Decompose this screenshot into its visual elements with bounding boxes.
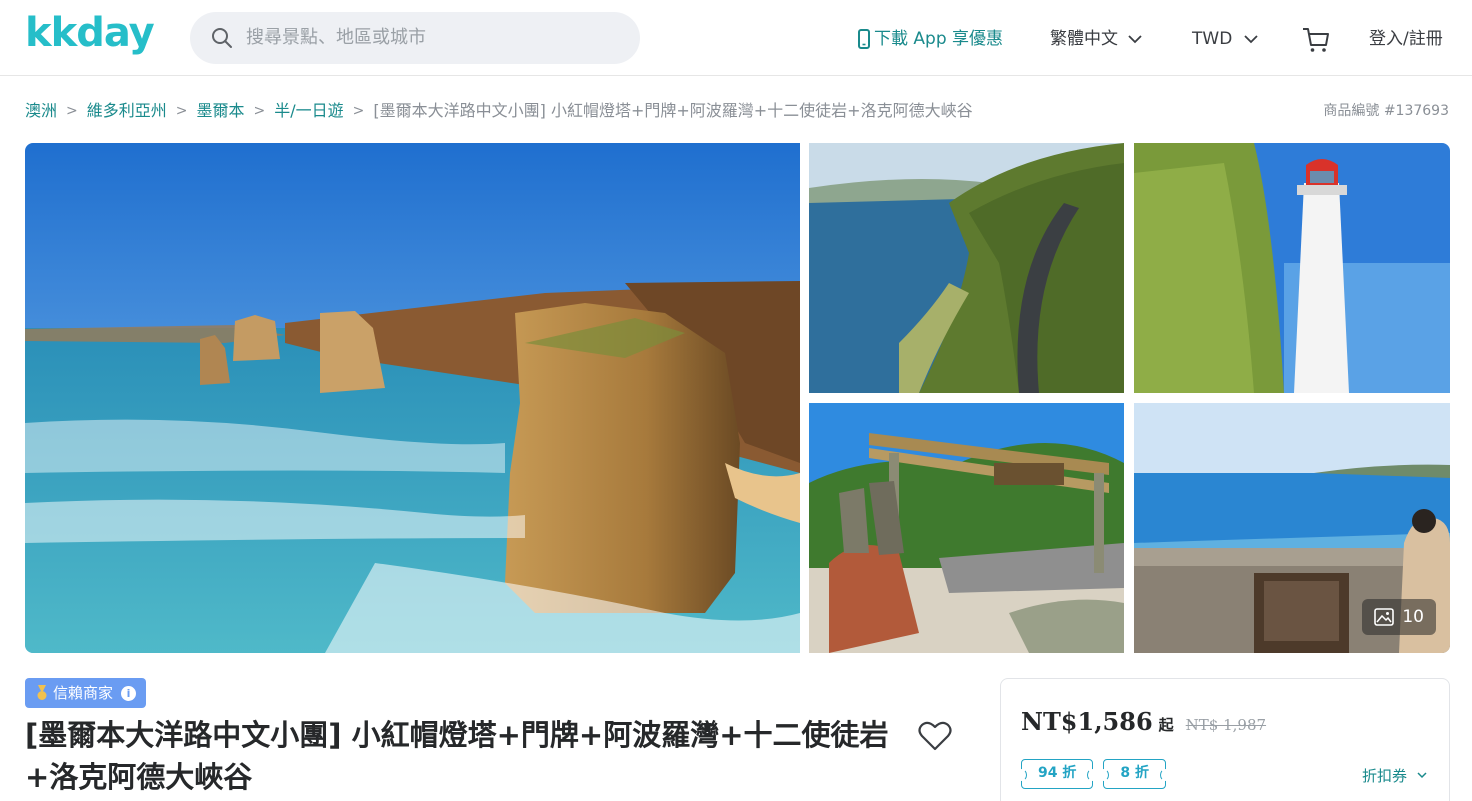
original-price: NT$ 1,987 [1185, 716, 1267, 734]
search-placeholder: 搜尋景點、地區或城市 [246, 27, 426, 48]
badge-label: 信賴商家 [53, 684, 114, 702]
currency-label: TWD [1192, 29, 1233, 49]
gallery-photo-2[interactable] [809, 143, 1124, 393]
language-label: 繁體中文 [1050, 29, 1118, 49]
chevron-down-icon [1128, 35, 1142, 44]
gallery-main-photo[interactable] [25, 143, 800, 653]
price-card: NT$1,586 起 NT$ 1,987 94 折 8 折 折扣券 [1000, 678, 1450, 801]
discount-tag[interactable]: 8 折 [1099, 759, 1170, 789]
price-row: NT$1,586 起 NT$ 1,987 [1021, 707, 1266, 736]
download-app-label: 下載 App 享優惠 [874, 29, 1004, 49]
site-header: kkday 搜尋景點、地區或城市 下載 App 享優惠 繁體中文 TWD 登入/… [0, 0, 1472, 76]
photo-count-label: 10 [1402, 607, 1424, 627]
breadcrumb-item-melbourne[interactable]: 墨爾本 [197, 99, 245, 123]
photo-gallery: 10 [25, 143, 1450, 653]
phone-icon [858, 29, 870, 49]
currency-selector[interactable]: TWD [1192, 27, 1258, 51]
language-selector[interactable]: 繁體中文 [1050, 27, 1142, 51]
image-icon [1374, 608, 1395, 626]
breadcrumb-item-day-tours[interactable]: 半/一日遊 [274, 99, 343, 123]
view-all-photos-button[interactable]: 10 [1362, 599, 1436, 635]
kkday-logo[interactable]: kkday [25, 8, 155, 66]
product-title: [墨爾本大洋路中文小團] 小紅帽燈塔+門牌+阿波羅灣+十二使徒岩+洛克阿德大峽谷 [25, 718, 889, 794]
chevron-down-icon [1244, 35, 1258, 44]
search-bar[interactable]: 搜尋景點、地區或城市 [190, 12, 640, 64]
chevron-right-icon: > [352, 103, 365, 119]
trusted-merchant-badge[interactable]: 信賴商家 i [25, 678, 147, 708]
discount-tag[interactable]: 94 折 [1016, 759, 1098, 789]
heart-icon[interactable] [918, 720, 952, 752]
breadcrumb-item-victoria[interactable]: 維多利亞州 [87, 99, 167, 123]
chevron-right-icon: > [175, 103, 188, 119]
discount-tags: 94 折 8 折 [1016, 759, 1170, 789]
breadcrumb: 澳洲 > 維多利亞州 > 墨爾本 > 半/一日遊 > [墨爾本大洋路中文小團] … [25, 98, 973, 124]
chevron-right-icon: > [66, 103, 78, 119]
chevron-down-icon [1417, 772, 1427, 779]
login-register-link[interactable]: 登入/註冊 [1369, 27, 1443, 51]
breadcrumb-item-current: [墨爾本大洋路中文小團] 小紅帽燈塔+門牌+阿波羅灣+十二使徒岩+洛克阿德大峽谷 [373, 101, 973, 120]
price-suffix: 起 [1158, 716, 1174, 734]
coastal-road-image [809, 143, 1124, 393]
coupon-dropdown[interactable]: 折扣券 [1362, 765, 1427, 786]
twelve-apostles-image [25, 143, 800, 653]
coupon-label: 折扣券 [1361, 767, 1407, 785]
medal-icon [37, 685, 47, 700]
breadcrumb-item-australia[interactable]: 澳洲 [25, 99, 57, 123]
search-icon [212, 28, 232, 48]
download-app-link[interactable]: 下載 App 享優惠 [858, 27, 1003, 51]
gallery-photo-3[interactable] [1134, 143, 1450, 393]
chevron-right-icon: > [253, 103, 266, 119]
gallery-photo-4[interactable] [809, 403, 1124, 653]
lighthouse-image [1134, 143, 1450, 393]
svg-text:kkday: kkday [25, 10, 155, 56]
product-number: 商品編號 #137693 [1323, 103, 1449, 119]
info-icon[interactable]: i [121, 685, 137, 701]
price-amount: NT$1,586 [1021, 707, 1153, 736]
cart-icon[interactable] [1300, 24, 1332, 56]
great-ocean-road-arch-image [809, 403, 1124, 653]
